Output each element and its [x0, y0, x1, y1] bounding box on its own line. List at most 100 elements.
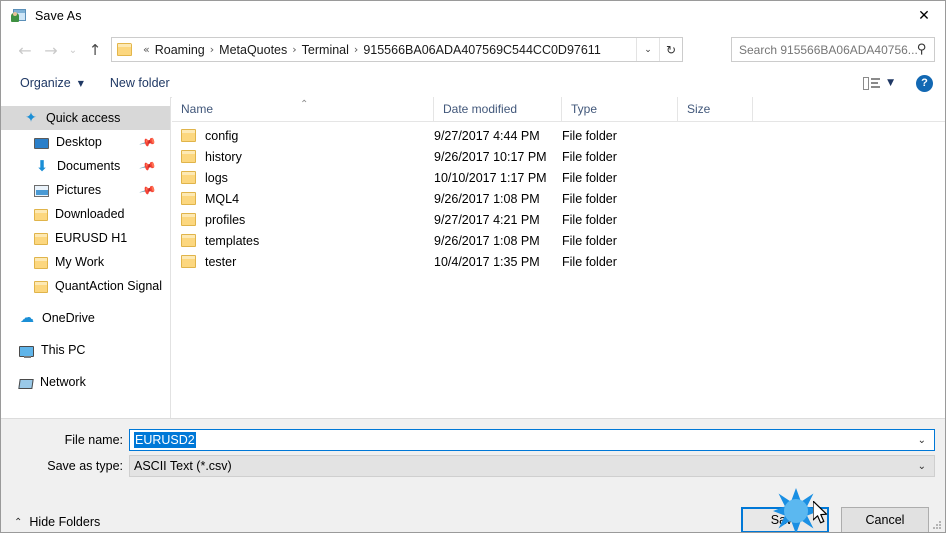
sidebar-item-label: Network: [40, 375, 86, 389]
sidebar-item-pictures[interactable]: Pictures 📌: [1, 178, 170, 202]
column-header-date-modified[interactable]: Date modified: [434, 97, 562, 121]
sidebar-item-label: This PC: [41, 343, 86, 357]
sidebar-item-desktop[interactable]: Desktop 📌: [1, 130, 170, 154]
file-type: File folder: [562, 233, 617, 248]
pin-icon: 📌: [138, 156, 158, 176]
onedrive-icon: ☁: [20, 310, 34, 326]
toolbar: Organize ▼ New folder ▼ ?: [1, 69, 945, 98]
computer-icon: [19, 345, 34, 358]
search-box[interactable]: Search 915566BA06ADA40756... ⚲: [731, 37, 935, 62]
sidebar-divider: [1, 362, 170, 370]
sidebar-item-onedrive[interactable]: ☁ OneDrive: [1, 306, 170, 330]
table-row[interactable]: logs 10/10/2017 1:17 PM File folder: [172, 167, 945, 188]
back-button[interactable]: ←: [12, 37, 38, 63]
help-button[interactable]: ?: [916, 74, 933, 92]
sidebar-item-label: OneDrive: [42, 311, 95, 325]
forward-button[interactable]: →: [38, 37, 64, 63]
file-name: tester: [205, 254, 237, 269]
sidebar-item-this-pc[interactable]: This PC: [1, 338, 170, 362]
file-date: 9/26/2017 1:08 PM: [434, 233, 540, 248]
save-as-type-value: ASCII Text (*.csv): [134, 459, 232, 473]
breadcrumb-item-terminal-id[interactable]: 915566BA06ADA407569C544CC0D97611: [363, 43, 600, 57]
file-type: File folder: [562, 128, 617, 143]
sidebar-divider: [1, 298, 170, 306]
file-name: logs: [205, 170, 228, 185]
sidebar-item-label: Documents: [57, 159, 121, 173]
sidebar-item-label: My Work: [55, 255, 105, 269]
column-header-name[interactable]: Name ⌃: [172, 97, 434, 121]
close-icon[interactable]: ✕: [901, 1, 945, 31]
sidebar-item-my-work[interactable]: My Work: [1, 250, 170, 274]
file-name: config: [205, 128, 239, 143]
table-row[interactable]: MQL4 9/26/2017 1:08 PM File folder: [172, 188, 945, 209]
sidebar-item-label: Downloaded: [55, 207, 125, 221]
breadcrumb-item-terminal[interactable]: Terminal: [302, 43, 349, 57]
file-date: 10/4/2017 1:35 PM: [434, 254, 540, 269]
refresh-icon[interactable]: ↻: [659, 38, 682, 61]
hide-folders-button[interactable]: ⌃ Hide Folders: [14, 515, 100, 529]
chevron-down-icon[interactable]: ⌄: [918, 435, 926, 446]
file-rows: config 9/27/2017 4:44 PM File folder his…: [172, 122, 945, 272]
table-row[interactable]: templates 9/26/2017 1:08 PM File folder: [172, 230, 945, 251]
save-panel: File name: EURUSD2 ⌄ Save as type: ASCII…: [1, 418, 945, 532]
file-name-cell: history: [172, 150, 434, 164]
breadcrumb-item-metaquotes[interactable]: MetaQuotes: [219, 43, 287, 57]
sidebar-item-network[interactable]: Network: [1, 370, 170, 394]
table-row[interactable]: history 9/26/2017 10:17 PM File folder: [172, 146, 945, 167]
table-row[interactable]: profiles 9/27/2017 4:21 PM File folder: [172, 209, 945, 230]
folder-icon: [34, 233, 48, 245]
recent-locations-button[interactable]: ⌄: [64, 37, 82, 63]
save-as-dialog: Save As ✕ ← → ⌄ ↑ « Roaming › MetaQuotes…: [0, 0, 946, 533]
file-date: 9/27/2017 4:21 PM: [434, 212, 540, 227]
resize-grip[interactable]: [933, 521, 943, 531]
sidebar-item-downloaded[interactable]: Downloaded: [1, 202, 170, 226]
download-arrow-icon: ⬇: [35, 157, 49, 175]
chevron-down-icon[interactable]: ⌄: [918, 461, 926, 472]
column-header-type[interactable]: Type: [562, 97, 678, 121]
file-date: 9/26/2017 1:08 PM: [434, 191, 540, 206]
file-name: history: [205, 149, 242, 164]
up-button[interactable]: ↑: [82, 37, 108, 63]
folder-icon: [117, 43, 132, 56]
breadcrumb-item-roaming[interactable]: Roaming: [155, 43, 205, 57]
sidebar-item-quantaction-signal[interactable]: QuantAction Signal: [1, 274, 170, 298]
organize-button[interactable]: Organize ▼: [13, 72, 91, 94]
cancel-button[interactable]: Cancel: [841, 507, 929, 532]
search-input[interactable]: Search 915566BA06ADA40756...: [739, 43, 917, 57]
view-layout-icon[interactable]: [863, 76, 881, 90]
file-name-cell: templates: [172, 234, 434, 248]
file-list: Name ⌃ Date modified Type Size config 9/…: [172, 97, 945, 418]
breadcrumb-separator: ›: [292, 43, 297, 56]
chevron-down-icon[interactable]: ▼: [887, 78, 894, 88]
file-name-cell: MQL4: [172, 192, 434, 206]
pictures-icon: [34, 185, 49, 197]
save-button[interactable]: Save: [741, 507, 829, 532]
file-name-value: EURUSD2: [134, 432, 196, 448]
chevron-down-icon[interactable]: ⌄: [636, 38, 659, 61]
folder-icon: [181, 129, 196, 142]
sidebar-item-documents[interactable]: ⬇ Documents 📌: [1, 154, 170, 178]
sidebar-item-eurusd-h1[interactable]: EURUSD H1: [1, 226, 170, 250]
new-folder-button[interactable]: New folder: [103, 72, 177, 94]
address-bar[interactable]: « Roaming › MetaQuotes › Terminal › 9155…: [111, 37, 683, 62]
sidebar-item-quick-access[interactable]: ✦ Quick access: [1, 106, 170, 130]
sidebar-item-label: Desktop: [56, 135, 102, 149]
chevron-down-icon: ▼: [77, 78, 84, 88]
column-header-size[interactable]: Size: [678, 97, 753, 121]
breadcrumb-overflow[interactable]: «: [143, 43, 150, 56]
file-date: 9/26/2017 10:17 PM: [434, 149, 547, 164]
navigation-pane: ✦ Quick access Desktop 📌 ⬇ Documents 📌 P…: [1, 97, 171, 418]
file-name-cell: logs: [172, 171, 434, 185]
chevron-up-icon: ⌃: [14, 516, 23, 528]
folder-icon: [181, 150, 196, 163]
table-row[interactable]: tester 10/4/2017 1:35 PM File folder: [172, 251, 945, 272]
pin-icon: 📌: [138, 132, 158, 152]
save-as-type-select[interactable]: ASCII Text (*.csv) ⌄: [129, 455, 935, 477]
file-name-input[interactable]: EURUSD2 ⌄: [129, 429, 935, 451]
file-date: 9/27/2017 4:44 PM: [434, 128, 540, 143]
desktop-icon: [34, 138, 49, 149]
table-row[interactable]: config 9/27/2017 4:44 PM File folder: [172, 125, 945, 146]
folder-icon: [34, 209, 48, 221]
folder-icon: [34, 281, 48, 293]
file-name-label: File name:: [64, 433, 123, 447]
